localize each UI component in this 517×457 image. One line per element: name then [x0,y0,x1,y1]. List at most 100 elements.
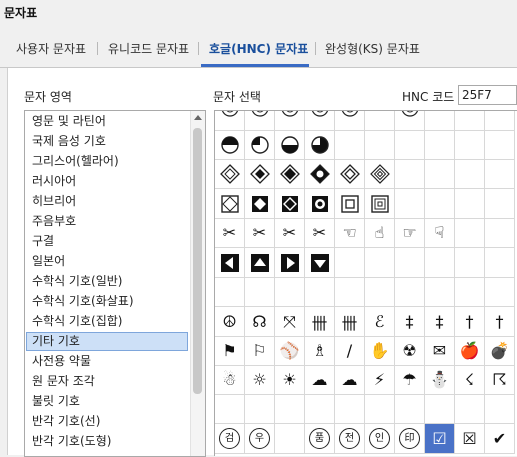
symbol-cell[interactable]: 卌 [335,307,365,337]
symbol-cell[interactable] [245,394,275,424]
category-item[interactable]: 러시아어 [26,172,188,191]
symbol-cell[interactable] [425,248,455,278]
symbol-cell[interactable] [395,394,425,424]
symbol-cell[interactable] [305,130,335,160]
symbol-cell[interactable] [305,248,335,278]
symbol-cell[interactable] [305,394,335,424]
category-item[interactable]: 기타 기호 [26,332,188,351]
tab-unicode-charmap[interactable]: 유니코드 문자표 [108,40,189,57]
symbol-cell[interactable] [275,424,305,454]
symbol-cell[interactable]: ☼ [245,365,275,395]
category-list[interactable]: 영문 및 라틴어 국제 음성 기호 그리스어(헬라어) 러시아어 히브리어 주음부호 구결 일… [24,110,206,457]
scroll-thumb[interactable] [193,128,202,394]
symbol-cell[interactable]: ☑ [425,424,455,454]
symbol-cell[interactable]: 우 [245,424,275,454]
symbol-cell[interactable]: ⚡ [365,365,395,395]
symbol-cell[interactable] [455,277,485,307]
symbol-cell[interactable]: ⤧ [275,307,305,337]
symbol-cell[interactable] [485,218,515,248]
symbol-cell[interactable]: 印 [395,424,425,454]
symbol-cell[interactable] [275,394,305,424]
category-item[interactable]: 반각 기호(도형) [26,432,188,451]
symbol-cell[interactable] [365,189,395,219]
symbol-cell[interactable] [365,248,395,278]
category-item[interactable]: 영문 및 라틴어 [26,112,188,131]
tab-ks-charmap[interactable]: 완성형(KS) 문자표 [325,40,420,57]
symbol-cell[interactable] [365,159,395,189]
symbol-cell[interactable]: ⚑ [215,336,245,366]
symbol-cell[interactable] [485,159,515,189]
symbol-cell[interactable]: 검 [215,424,245,454]
category-item[interactable]: 히브리어 [26,192,188,211]
category-item[interactable]: 수학식 기호(일반) [26,272,188,291]
category-list-scrollbar[interactable] [190,111,205,456]
symbol-cell[interactable]: 卌 [305,307,335,337]
symbol-cell[interactable]: ☂ [395,365,425,395]
symbol-cell[interactable]: ⛄ [425,365,455,395]
symbol-cell[interactable]: ✉ [425,336,455,366]
symbol-cell[interactable] [485,394,515,424]
symbol-cell[interactable] [425,159,455,189]
hnc-code-input[interactable] [458,85,517,105]
symbol-cell[interactable] [425,277,455,307]
category-item[interactable]: 사전용 약물 [26,352,188,371]
symbol-cell[interactable] [305,111,335,131]
symbol-cell[interactable] [455,218,485,248]
category-item[interactable]: 일본어 [26,252,188,271]
symbol-cell[interactable] [245,277,275,307]
symbol-cell[interactable]: ✂ [305,218,335,248]
symbol-cell[interactable]: / [335,336,365,366]
symbol-cell[interactable] [455,394,485,424]
symbol-cell[interactable]: ✋ [365,336,395,366]
symbol-cell[interactable] [365,277,395,307]
symbol-cell[interactable] [395,189,425,219]
symbol-cell[interactable] [485,277,515,307]
symbol-cell[interactable]: ☟ [425,218,455,248]
symbol-cell[interactable] [485,189,515,219]
symbol-cell[interactable] [335,277,365,307]
symbol-cell[interactable]: ‡ [425,307,455,337]
symbol-cell[interactable] [365,111,395,131]
symbol-cell[interactable] [425,111,455,131]
symbol-cell[interactable] [455,248,485,278]
symbol-cell[interactable]: ☞ [395,218,425,248]
symbol-cell[interactable] [335,130,365,160]
symbol-cell[interactable]: 💣 [485,336,515,366]
tab-hnc-charmap[interactable]: 호글(HNC) 문자표 [209,40,308,57]
symbol-cell[interactable]: ☮ [215,307,245,337]
symbol-cell[interactable] [395,248,425,278]
symbol-cell[interactable] [275,248,305,278]
symbol-cell[interactable] [275,189,305,219]
symbol-cell[interactable] [395,159,425,189]
symbol-cell[interactable] [485,130,515,160]
symbol-cell[interactable]: ✂ [215,218,245,248]
category-item[interactable]: 국제 음성 기호 [26,132,188,151]
symbol-cell[interactable] [335,159,365,189]
symbol-cell[interactable] [455,111,485,131]
symbol-cell[interactable]: ☁ [335,365,365,395]
symbol-cell[interactable] [455,159,485,189]
symbol-cell[interactable] [455,189,485,219]
symbol-cell[interactable]: ⚾ [275,336,305,366]
symbol-cell[interactable] [395,111,425,131]
symbol-cell[interactable] [395,277,425,307]
symbol-cell[interactable]: 전 [335,424,365,454]
symbol-cell[interactable]: 품 [305,424,335,454]
symbol-cell[interactable]: ☊ [245,307,275,337]
symbol-cell[interactable]: ☢ [395,336,425,366]
symbol-cell[interactable]: ℰ [365,307,395,337]
symbol-cell[interactable] [365,394,395,424]
symbol-cell[interactable] [215,111,245,131]
symbol-cell[interactable] [215,159,245,189]
symbol-cell[interactable] [335,248,365,278]
symbol-cell[interactable]: ☃ [215,365,245,395]
symbol-cell[interactable]: ‡ [395,307,425,337]
category-item[interactable]: 수학식 기호(화살표) [26,292,188,311]
category-item[interactable]: 불릿 기호 [26,392,188,411]
symbol-cell[interactable]: ✂ [245,218,275,248]
symbol-cell[interactable] [425,394,455,424]
symbol-cell[interactable]: ✔ [485,424,515,454]
symbol-cell[interactable] [485,111,515,131]
symbol-cell[interactable] [275,277,305,307]
symbol-cell[interactable] [335,394,365,424]
